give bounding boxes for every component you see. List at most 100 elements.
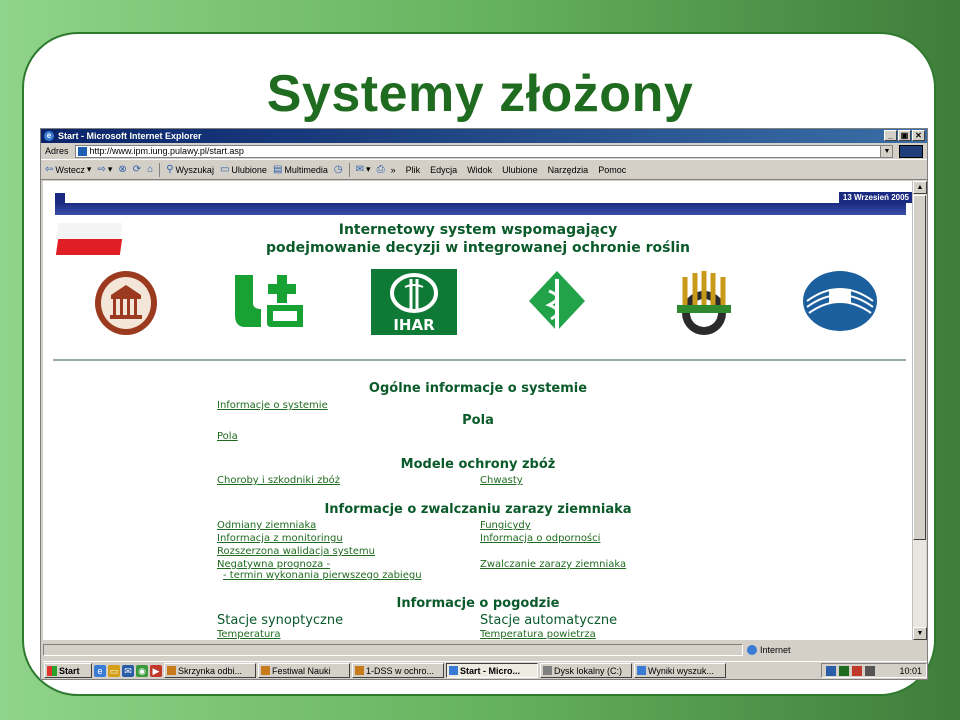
ie-quicklaunch-icon[interactable]: e — [94, 664, 106, 677]
task-start-ie[interactable]: Start - Micro... — [446, 663, 538, 678]
desktop-icon[interactable]: ▭ — [108, 664, 120, 677]
link-blight-control[interactable]: Zwalczanie zarazy ziemniaka — [480, 559, 626, 570]
heading-fields: Pola — [462, 413, 494, 428]
history-button[interactable]: ◷ — [334, 164, 343, 175]
toolbar: ⇦ Wstecz ▾ ⇨ ▾ ⊗ ⟳ ⌂ ⚲ Wyszukaj ▭ Ulubio… — [41, 160, 927, 180]
scroll-up-icon[interactable]: ▲ — [913, 181, 927, 194]
antivirus-icon[interactable] — [852, 665, 862, 676]
go-button[interactable] — [899, 144, 923, 158]
ie-icon: e — [44, 131, 54, 141]
logo-wodr-icon[interactable] — [669, 269, 739, 342]
print-button[interactable]: ⎙ — [377, 164, 385, 175]
link-first-treatment[interactable]: - termin wykonania pierwszego zabiegu — [223, 570, 422, 581]
heading-cereal-models: Modele ochrony zbóż — [400, 457, 556, 472]
clock[interactable]: 10:01 — [899, 666, 922, 676]
browser-window: e Start - Microsoft Internet Explorer _ … — [40, 128, 928, 680]
heading-potato-blight: Informacje o zwalczaniu zarazy ziemniaka — [324, 502, 632, 517]
link-fields[interactable]: Pola — [217, 431, 238, 442]
language-icon[interactable] — [839, 665, 849, 676]
logo-cross-icon[interactable] — [231, 269, 307, 338]
menu-help[interactable]: Pomoc — [598, 165, 626, 175]
logo-ihar-icon[interactable]: IHAR — [371, 269, 457, 340]
link-potato-varieties[interactable]: Odmiany ziemniaka — [217, 520, 316, 531]
start-button[interactable]: Start — [44, 663, 92, 678]
multimedia-button[interactable]: ▤ Multimedia — [273, 164, 328, 175]
scroll-thumb[interactable] — [913, 195, 926, 540]
menu-tools[interactable]: Narzędzia — [548, 165, 589, 175]
link-temperature[interactable]: Temperatura — [217, 629, 281, 640]
back-arrow-icon: ⇦ — [45, 164, 54, 175]
ihar-logo-text: IHAR — [393, 316, 435, 334]
link-negative-forecast[interactable]: Negatywna prognoza - — [217, 559, 330, 570]
refresh-icon: ⟳ — [132, 164, 142, 175]
link-resistance[interactable]: Informacja o odporności — [480, 533, 600, 544]
start-label: Start — [59, 665, 80, 676]
scroll-down-icon[interactable]: ▼ — [913, 627, 927, 640]
status-bar: Internet — [43, 643, 927, 657]
maximize-button[interactable]: ▣ — [898, 130, 911, 141]
task-local-disk[interactable]: Dysk lokalny (C:) — [540, 663, 632, 678]
stop-icon: ⊗ — [118, 164, 127, 175]
link-monitoring[interactable]: Informacja z monitoringu — [217, 533, 343, 544]
task-inbox[interactable]: Skrzynka odbi... — [164, 663, 256, 678]
menu-view[interactable]: Widok — [467, 165, 492, 175]
forward-button[interactable]: ⇨ ▾ — [97, 164, 112, 175]
chevron-down-icon[interactable]: ▾ — [366, 164, 371, 175]
address-input[interactable]: http://www.ipm.iung.pulawy.pl/start.asp … — [74, 144, 894, 158]
system-tray: 10:01 — [821, 663, 927, 678]
link-cereal-diseases[interactable]: Choroby i szkodniki zbóż — [217, 475, 340, 486]
logo-iung-icon[interactable] — [93, 269, 159, 342]
search-button[interactable]: ⚲ Wyszukaj — [166, 164, 214, 175]
explorer-icon[interactable]: ◉ — [136, 664, 148, 677]
refresh-button[interactable]: ⟳ — [133, 164, 141, 175]
link-air-temperature[interactable]: Temperatura powietrza — [480, 629, 596, 640]
task-label: Festiwal Nauki — [272, 665, 331, 676]
task-dss[interactable]: 1-DSS w ochro... — [352, 663, 444, 678]
window-titlebar: e Start - Microsoft Internet Explorer _ … — [41, 129, 927, 143]
back-button[interactable]: ⇦ Wstecz ▾ — [45, 164, 91, 175]
favorites-button[interactable]: ▭ Ulubione — [220, 164, 267, 175]
ie-icon — [449, 666, 458, 675]
menu-file[interactable]: Plik — [406, 165, 421, 175]
mail-icon[interactable]: ✉ — [122, 664, 134, 677]
vertical-scrollbar[interactable]: ▲ ▼ — [912, 181, 927, 640]
task-search-results[interactable]: Wyniki wyszuk... — [634, 663, 726, 678]
link-validation[interactable]: Rozszerzona walidacja systemu — [217, 546, 375, 557]
link-fungicides[interactable]: Fungicydy — [480, 520, 531, 531]
disk-icon — [543, 666, 552, 675]
logo-caduceus-icon[interactable] — [527, 269, 587, 340]
chevron-down-icon[interactable]: ▾ — [108, 164, 113, 175]
close-button[interactable]: ✕ — [912, 130, 925, 141]
mail-button[interactable]: ✉ ▾ — [356, 164, 371, 175]
chevron-down-icon[interactable]: ▾ — [87, 164, 92, 175]
chevron-down-icon[interactable]: ▼ — [880, 145, 893, 157]
multimedia-label: Multimedia — [284, 164, 328, 175]
stop-button[interactable]: ⊗ — [118, 164, 126, 175]
chevrons-right-icon: » — [390, 164, 396, 175]
heading-weather: Informacje o pogodzie — [396, 596, 560, 611]
windows-logo-icon — [47, 665, 57, 676]
volume-icon[interactable] — [865, 665, 875, 676]
search-icon — [637, 666, 646, 675]
home-icon: ⌂ — [147, 164, 154, 175]
search-icon: ⚲ — [166, 164, 174, 175]
logo-igs-icon[interactable] — [801, 269, 879, 338]
network-icon[interactable] — [826, 665, 836, 676]
document-icon — [355, 666, 364, 675]
more-button[interactable]: » — [391, 165, 396, 175]
task-label: Start - Micro... — [460, 665, 521, 676]
link-weeds[interactable]: Chwasty — [480, 475, 523, 486]
address-url: http://www.ipm.iung.pulawy.pl/start.asp — [89, 146, 244, 156]
home-button[interactable]: ⌂ — [147, 164, 153, 175]
task-festival[interactable]: Festiwal Nauki — [258, 663, 350, 678]
media-icon[interactable]: ▶ — [150, 664, 162, 677]
task-label: Dysk lokalny (C:) — [554, 665, 623, 676]
minimize-button[interactable]: _ — [884, 130, 897, 141]
menu-favorites[interactable]: Ulubione — [502, 165, 538, 175]
folder-icon: ▭ — [219, 164, 230, 175]
menu-edit[interactable]: Edycja — [430, 165, 457, 175]
window-title: Start - Microsoft Internet Explorer — [58, 131, 202, 141]
zone-label: Internet — [760, 645, 791, 655]
link-general-info[interactable]: Informacje o systemie — [217, 400, 328, 411]
address-label: Adres — [45, 146, 69, 156]
